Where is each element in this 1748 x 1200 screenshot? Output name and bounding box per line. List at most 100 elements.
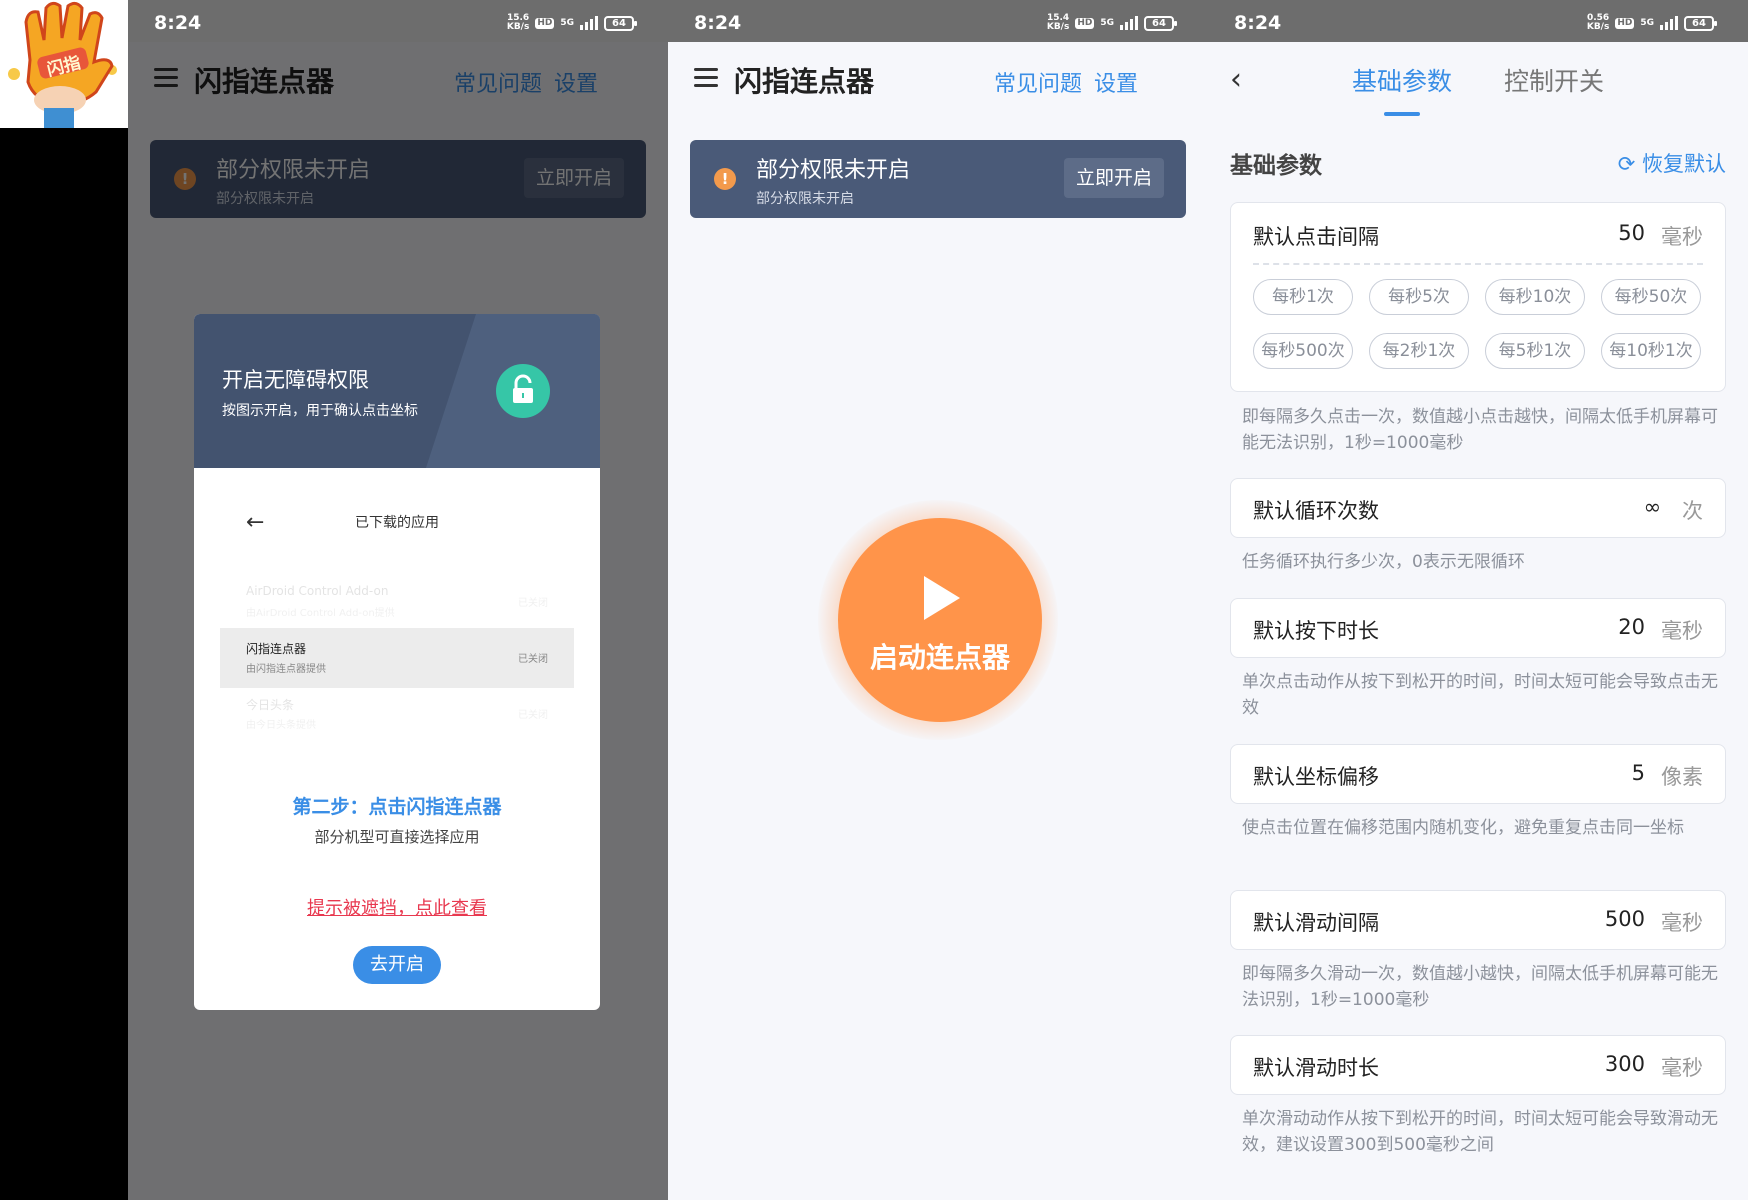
left-black-strip — [0, 0, 128, 1200]
enable-now-button[interactable]: 立即开启 — [1063, 158, 1164, 198]
app-header: 闪指连点器 常见问题 设置 — [668, 42, 1208, 120]
5g-icon: 5G — [1640, 17, 1654, 28]
coordinate-offset-input[interactable]: 5 — [1632, 761, 1645, 785]
press-duration-desc: 单次点击动作从按下到松开的时间，时间太短可能会导致点击无效 — [1242, 672, 1718, 718]
hd-icon: HD — [1075, 17, 1095, 29]
preset-chip[interactable]: 每秒1次 — [1253, 279, 1353, 315]
preset-chip[interactable]: 每秒500次 — [1253, 333, 1353, 369]
back-chevron-icon[interactable]: ‹ — [1230, 62, 1242, 97]
play-icon — [924, 576, 960, 620]
press-duration-card: 默认按下时长 20 毫秒 — [1230, 598, 1726, 658]
start-clicker-button[interactable]: 启动连点器 — [838, 518, 1042, 722]
settings-tabs: ‹ 基础参数 控制开关 — [1208, 42, 1748, 120]
banner-subtitle: 部分权限未开启 — [756, 191, 854, 207]
list-item: 今日头条 由今日头条提供 已关闭 — [246, 698, 548, 731]
status-icons: 15.4 KB/s HD 5G 64 — [1046, 13, 1177, 32]
status-bar: 8:24 15.4 KB/s HD 5G 64 — [668, 0, 1208, 42]
status-time: 8:24 — [1234, 12, 1282, 34]
app-logo: 闪指 — [0, 0, 128, 128]
press-duration-input[interactable]: 20 — [1618, 615, 1645, 639]
preset-chip[interactable]: 每秒5次 — [1369, 279, 1469, 315]
preset-chip[interactable]: 每10秒1次 — [1601, 333, 1701, 369]
blocked-hint-link[interactable]: 提示被遮挡，点此查看 — [194, 894, 600, 920]
hamburger-menu-icon[interactable] — [694, 68, 718, 88]
hd-icon: HD — [1615, 17, 1635, 29]
swipe-duration-card: 默认滑动时长 300 毫秒 — [1230, 1035, 1726, 1095]
status-bar: 8:24 15.6 KB/s HD 5G 64 — [128, 0, 668, 42]
battery-icon: 64 — [604, 15, 637, 31]
loop-count-card: 默认循环次数 ∞ 次 — [1230, 478, 1726, 538]
preset-chip[interactable]: 每5秒1次 — [1485, 333, 1585, 369]
network-speed: 15.6 KB/s — [506, 13, 530, 32]
swipe-interval-card: 默认滑动间隔 500 毫秒 — [1230, 890, 1726, 950]
swipe-interval-unit: 毫秒 — [1661, 911, 1703, 935]
phone-screen-home: 8:24 15.4 KB/s HD 5G 64 闪指连点器 常见问题 设置 ! 部… — [668, 0, 1208, 1200]
coordinate-offset-label: 默认坐标偏移 — [1253, 765, 1379, 789]
dialog-title: 开启无障碍权限 — [222, 368, 369, 392]
settings-link[interactable]: 设置 — [1094, 66, 1138, 98]
banner-title: 部分权限未开启 — [756, 158, 911, 183]
active-tab-indicator — [1384, 112, 1420, 116]
preset-chip[interactable]: 每2秒1次 — [1369, 333, 1469, 369]
faq-link[interactable]: 常见问题 — [994, 66, 1082, 98]
status-time: 8:24 — [154, 12, 202, 34]
network-speed: 0.56 KB/s — [1586, 13, 1610, 32]
signal-icon — [1660, 16, 1678, 30]
swipe-duration-desc: 单次滑动动作从按下到松开的时间，时间太短可能会导致滑动无效，建议设置300到50… — [1242, 1109, 1718, 1155]
coordinate-offset-unit: 像素 — [1661, 765, 1703, 789]
swipe-interval-input[interactable]: 500 — [1605, 907, 1645, 931]
hd-icon: HD — [535, 17, 555, 29]
unlock-icon — [496, 364, 550, 418]
press-duration-unit: 毫秒 — [1661, 619, 1703, 643]
tab-basic-params[interactable]: 基础参数 — [1352, 62, 1452, 98]
preset-chip[interactable]: 每秒10次 — [1485, 279, 1585, 315]
5g-icon: 5G — [560, 17, 574, 28]
battery-icon: 64 — [1684, 15, 1717, 31]
refresh-icon: ⟳ — [1617, 152, 1642, 176]
signal-icon — [580, 16, 598, 30]
5g-icon: 5G — [1100, 17, 1114, 28]
dialog-subtitle: 按图示开启，用于确认点击坐标 — [222, 403, 418, 419]
click-interval-unit: 毫秒 — [1661, 225, 1703, 249]
loop-count-label: 默认循环次数 — [1253, 499, 1379, 523]
network-speed: 15.4 KB/s — [1046, 13, 1070, 32]
go-enable-button[interactable]: 去开启 — [353, 946, 441, 984]
list-item: AirDroid Control Add-on 由AirDroid Contro… — [246, 584, 548, 619]
click-interval-card: 默认点击间隔 50 毫秒 每秒1次 每秒5次 每秒10次 每秒50次 每秒500… — [1230, 202, 1726, 392]
restore-default-button[interactable]: ⟳ 恢复默认 — [1618, 148, 1726, 178]
click-interval-label: 默认点击间隔 — [1253, 225, 1379, 249]
status-icons: 0.56 KB/s HD 5G 64 — [1586, 13, 1717, 32]
swipe-duration-input[interactable]: 300 — [1605, 1052, 1645, 1076]
coordinate-offset-desc: 使点击位置在偏移范围内随机变化，避免重复点击同一坐标 — [1242, 818, 1684, 838]
modal-overlay[interactable]: 开启无障碍权限 按图示开启，用于确认点击坐标 ← 已下载的应用 AirDroid… — [128, 42, 668, 1200]
downloaded-apps-title: 已下载的应用 — [355, 515, 439, 531]
loop-count-desc: 任务循环执行多少次，0表示无限循环 — [1242, 552, 1525, 572]
step-subtext: 部分机型可直接选择应用 — [314, 828, 480, 846]
status-icons: 15.6 KB/s HD 5G 64 — [506, 13, 637, 32]
preset-chip[interactable]: 每秒50次 — [1601, 279, 1701, 315]
list-item-highlighted: 闪指连点器 由闪指连点器提供 已关闭 — [220, 628, 574, 688]
loop-count-unit: 次 — [1682, 499, 1703, 523]
permission-banner: ! 部分权限未开启 部分权限未开启 立即开启 — [690, 140, 1186, 218]
app-title: 闪指连点器 — [734, 65, 875, 98]
signal-icon — [1120, 16, 1138, 30]
status-time: 8:24 — [694, 12, 742, 34]
phone-screen-settings: 8:24 0.56 KB/s HD 5G 64 ‹ 基础参数 控制开关 基础参数 … — [1208, 0, 1748, 1200]
swipe-duration-label: 默认滑动时长 — [1253, 1056, 1379, 1080]
battery-icon: 64 — [1144, 15, 1177, 31]
loop-count-input[interactable]: ∞ — [1644, 495, 1662, 519]
swipe-interval-desc: 即每隔多久滑动一次，数值越小越快，间隔太低手机屏幕可能无法识别，1秒=1000毫… — [1242, 964, 1718, 1010]
start-clicker-label: 启动连点器 — [869, 641, 1010, 674]
press-duration-label: 默认按下时长 — [1253, 619, 1379, 643]
swipe-duration-unit: 毫秒 — [1661, 1056, 1703, 1080]
accessibility-dialog: 开启无障碍权限 按图示开启，用于确认点击坐标 ← 已下载的应用 AirDroid… — [194, 314, 600, 1010]
click-interval-input[interactable]: 50 — [1618, 221, 1645, 245]
divider — [1253, 263, 1703, 265]
warning-icon: ! — [714, 168, 736, 190]
section-title: 基础参数 — [1230, 153, 1322, 179]
tab-control-switches[interactable]: 控制开关 — [1504, 62, 1604, 98]
click-interval-desc: 即每隔多久点击一次，数值越小点击越快，间隔太低手机屏幕可能无法识别，1秒=100… — [1242, 407, 1718, 453]
glove-mascot-icon: 闪指 — [0, 0, 128, 128]
coordinate-offset-card: 默认坐标偏移 5 像素 — [1230, 744, 1726, 804]
screenshot-collage: 闪指 8:24 15.6KB/s HD 5G 64 闪指连点器 常见问题 设置 … — [0, 0, 1748, 1200]
